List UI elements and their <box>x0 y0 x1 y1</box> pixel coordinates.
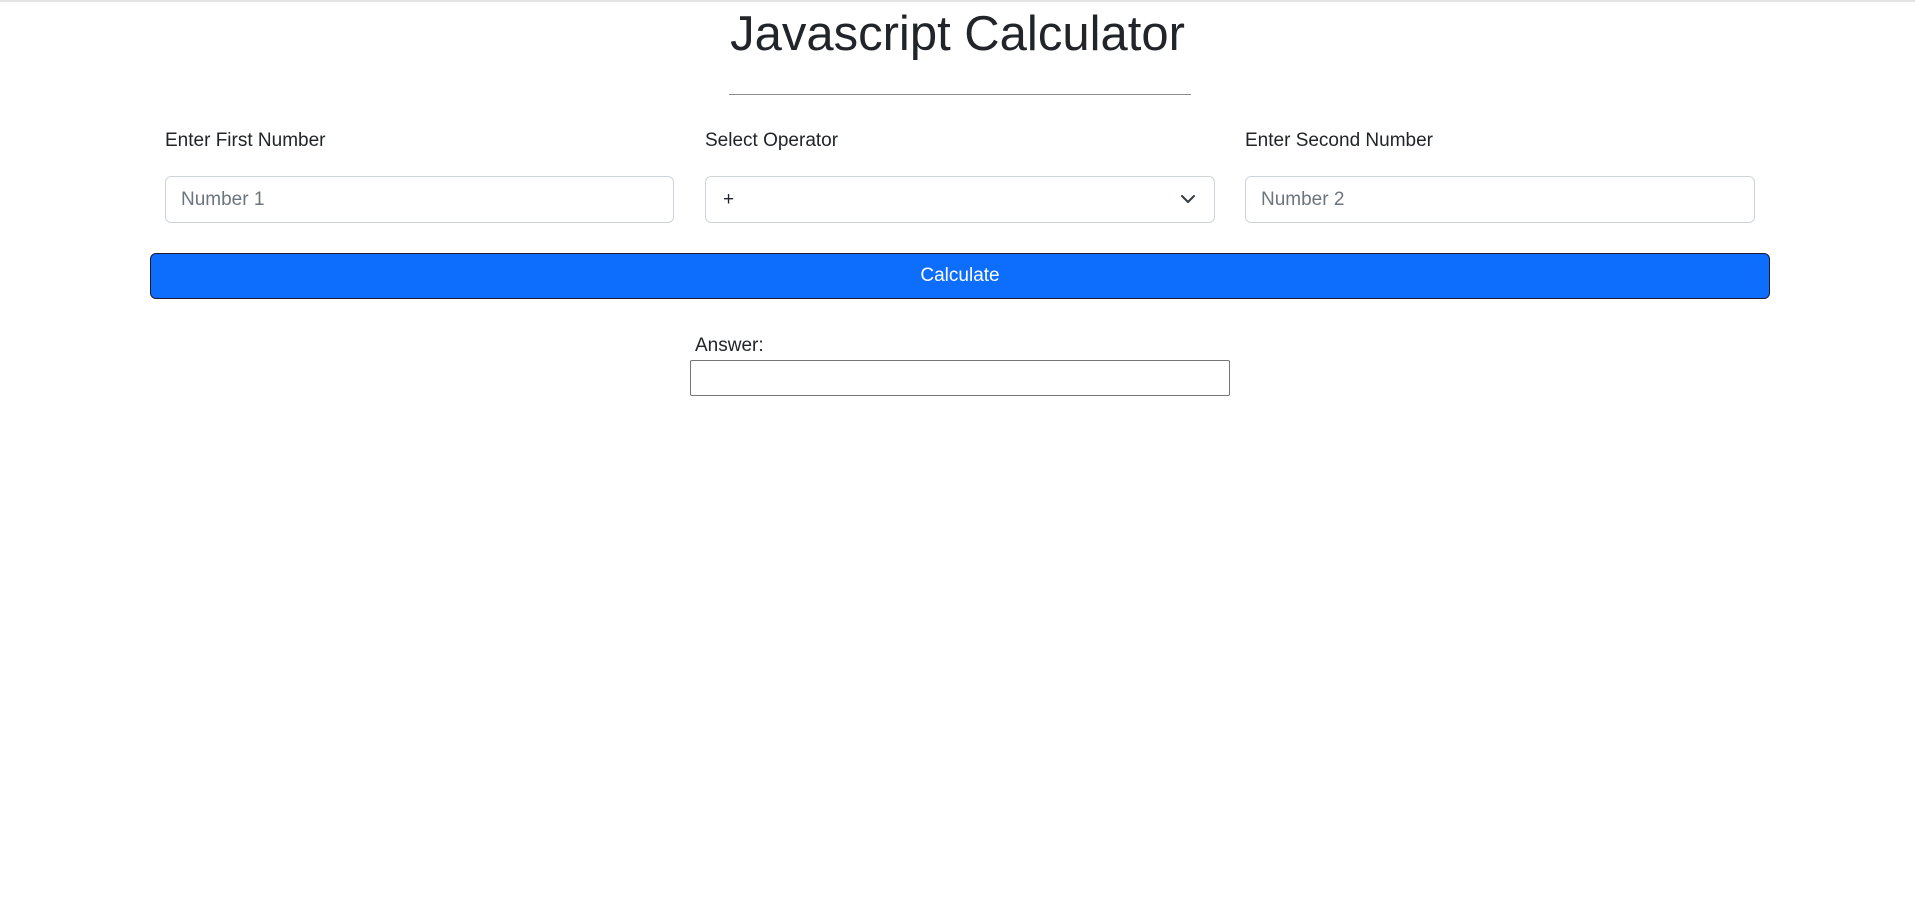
first-number-label: Enter First Number <box>165 130 326 151</box>
chevron-down-icon <box>1179 190 1197 208</box>
second-number-label: Enter Second Number <box>1245 130 1433 151</box>
title-divider <box>729 94 1191 95</box>
top-border <box>0 0 1915 2</box>
answer-field[interactable] <box>690 360 1230 396</box>
operator-label: Select Operator <box>705 130 839 151</box>
operator-select[interactable]: + <box>705 176 1215 223</box>
page-title: Javascript Calculator <box>730 7 1185 61</box>
first-number-input[interactable] <box>165 176 674 223</box>
answer-label: Answer: <box>695 335 764 356</box>
calculate-button[interactable]: Calculate <box>150 253 1770 299</box>
operator-selected-value: + <box>723 189 735 210</box>
second-number-input[interactable] <box>1245 176 1755 223</box>
